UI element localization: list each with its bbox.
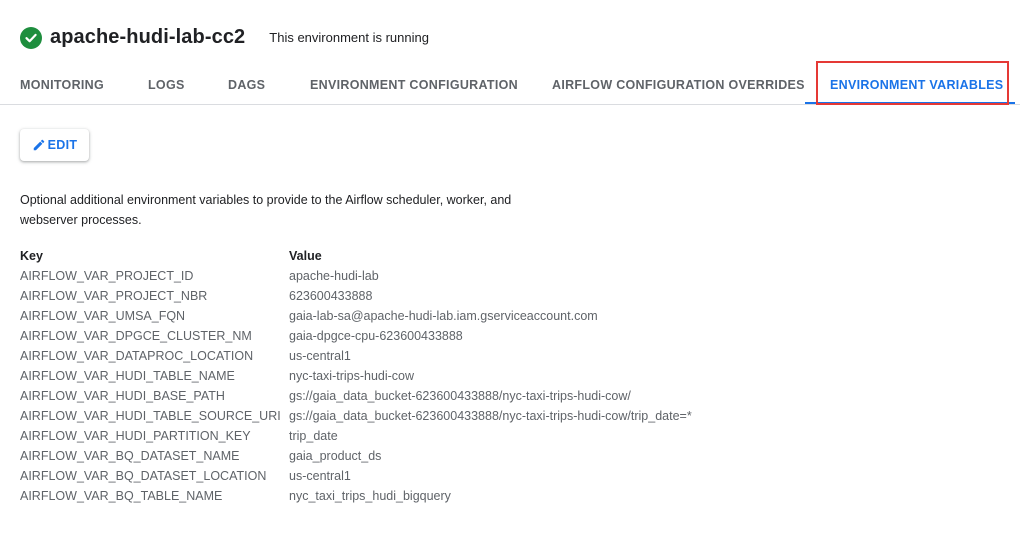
variable-key: AIRFLOW_VAR_BQ_TABLE_NAME bbox=[20, 489, 223, 503]
table-row: AIRFLOW_VAR_BQ_DATASET_NAME gaia_product_… bbox=[20, 446, 692, 466]
variable-key: AIRFLOW_VAR_PROJECT_ID bbox=[20, 269, 194, 283]
table-row: AIRFLOW_VAR_BQ_TABLE_NAME nyc_taxi_trips_… bbox=[20, 486, 692, 506]
key-column-header: Key bbox=[20, 249, 43, 263]
table-row: AIRFLOW_VAR_HUDI_TABLE_NAME nyc-taxi-trip… bbox=[20, 366, 692, 386]
variable-value: trip_date bbox=[289, 429, 338, 443]
environment-status-text: This environment is running bbox=[269, 30, 429, 45]
pencil-icon bbox=[33, 139, 44, 151]
table-row: AIRFLOW_VAR_PROJECT_NBR 623600433888 bbox=[20, 286, 692, 306]
check-circle-icon bbox=[20, 26, 42, 49]
variable-key: AIRFLOW_VAR_DATAPROC_LOCATION bbox=[20, 349, 254, 363]
variable-value: gaia-lab-sa@apache-hudi-lab.iam.gservice… bbox=[289, 309, 598, 323]
tab-airflow-configuration-overrides[interactable]: AIRFLOW CONFIGURATION OVERRIDES bbox=[552, 66, 805, 104]
table-row: AIRFLOW_VAR_PROJECT_ID apache-hudi-lab bbox=[20, 266, 692, 286]
table-row: AIRFLOW_VAR_BQ_DATASET_LOCATION us-centra… bbox=[20, 466, 692, 486]
variable-value: gaia-dpgce-cpu-623600433888 bbox=[289, 329, 463, 343]
highlight-annotation bbox=[816, 61, 1009, 105]
tab-monitoring[interactable]: MONITORING bbox=[20, 66, 104, 104]
variable-value: nyc-taxi-trips-hudi-cow bbox=[289, 369, 415, 383]
table-row: AIRFLOW_VAR_DPGCE_CLUSTER_NM gaia-dpgce-c… bbox=[20, 326, 692, 346]
table-row: AIRFLOW_VAR_HUDI_BASE_PATH gs://gaia_data… bbox=[20, 386, 692, 406]
table-row: AIRFLOW_VAR_HUDI_TABLE_SOURCE_URI gs://ga… bbox=[20, 406, 692, 426]
description-text: Optional additional environment variable… bbox=[20, 193, 512, 227]
tab-dags[interactable]: DAGS bbox=[228, 66, 265, 104]
value-column-header: Value bbox=[289, 249, 322, 263]
variable-key: AIRFLOW_VAR_DPGCE_CLUSTER_NM bbox=[20, 329, 252, 343]
table-row: AIRFLOW_VAR_HUDI_PARTITION_KEY trip_date bbox=[20, 426, 692, 446]
table-row: AIRFLOW_VAR_DATAPROC_LOCATION us-central1 bbox=[20, 346, 692, 366]
variable-value: gs://gaia_data_bucket-623600433888/nyc-t… bbox=[289, 389, 631, 403]
variable-value: nyc_taxi_trips_hudi_bigquery bbox=[289, 489, 451, 503]
table-row: AIRFLOW_VAR_UMSA_FQN gaia-lab-sa@apache-h… bbox=[20, 306, 692, 326]
variable-value: apache-hudi-lab bbox=[289, 269, 379, 283]
variable-key: AIRFLOW_VAR_HUDI_TABLE_NAME bbox=[20, 369, 235, 383]
variable-value: gs://gaia_data_bucket-623600433888/nyc-t… bbox=[289, 409, 692, 423]
environment-header: apache-hudi-lab-cc2 This environment is … bbox=[20, 26, 429, 49]
variable-key: AIRFLOW_VAR_BQ_DATASET_NAME bbox=[20, 449, 240, 463]
variable-key: AIRFLOW_VAR_HUDI_BASE_PATH bbox=[20, 389, 225, 403]
tab-logs[interactable]: LOGS bbox=[148, 66, 185, 104]
table-body: AIRFLOW_VAR_PROJECT_ID apache-hudi-lab AIR… bbox=[20, 266, 692, 506]
variable-key: AIRFLOW_VAR_HUDI_TABLE_SOURCE_URI bbox=[20, 409, 281, 423]
variable-value: gaia_product_ds bbox=[289, 449, 382, 463]
environment-variables-table: Key Value AIRFLOW_VAR_PROJECT_ID apache-h… bbox=[20, 246, 692, 506]
variable-key: AIRFLOW_VAR_HUDI_PARTITION_KEY bbox=[20, 429, 251, 443]
variable-value: 623600433888 bbox=[289, 289, 373, 303]
tab-environment-configuration[interactable]: ENVIRONMENT CONFIGURATION bbox=[310, 66, 518, 104]
variable-key: AIRFLOW_VAR_UMSA_FQN bbox=[20, 309, 186, 323]
environment-name: apache-hudi-lab-cc2 bbox=[50, 26, 246, 48]
variable-value: us-central1 bbox=[289, 469, 351, 483]
edit-button[interactable]: EDIT bbox=[20, 129, 89, 161]
edit-button-label: EDIT bbox=[47, 138, 78, 152]
variable-key: AIRFLOW_VAR_PROJECT_NBR bbox=[20, 289, 208, 303]
table-header: Key Value bbox=[20, 246, 692, 266]
variable-key: AIRFLOW_VAR_BQ_DATASET_LOCATION bbox=[20, 469, 267, 483]
variable-value: us-central1 bbox=[289, 349, 351, 363]
